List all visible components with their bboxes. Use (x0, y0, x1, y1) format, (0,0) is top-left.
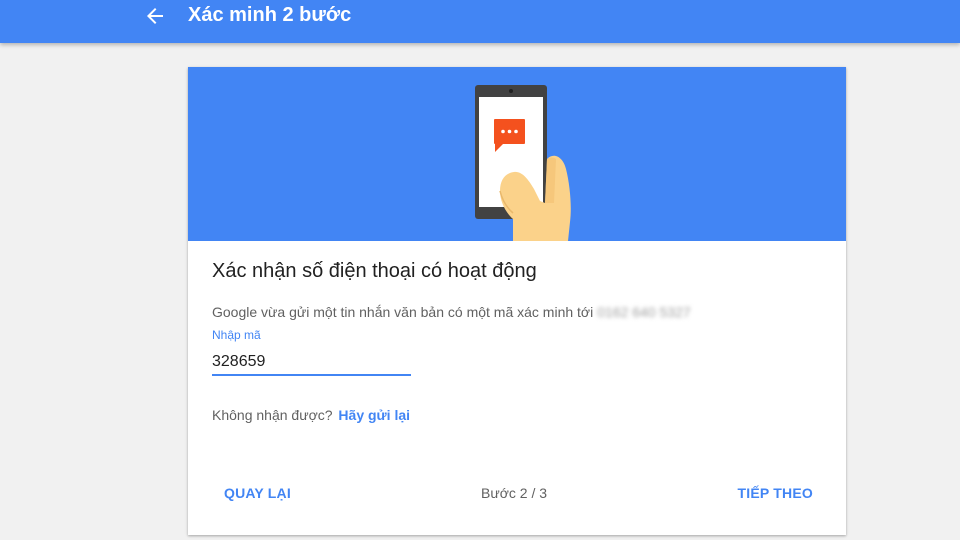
card-title: Xác nhận số điện thoại có hoạt động (212, 260, 537, 282)
back-button[interactable]: QUAY LẠI (224, 481, 291, 505)
code-field-label: Nhập mã (212, 328, 261, 342)
resend-row: Không nhận được? Hãy gửi lại (212, 406, 410, 424)
hero-banner (188, 67, 846, 241)
sms-description: Google vừa gửi một tin nhắn văn bản có m… (212, 303, 691, 321)
phone-in-hand-message-icon (475, 85, 571, 241)
top-app-bar: Xác minh 2 bước (0, 0, 960, 43)
verification-card: Xác nhận số điện thoại có hoạt động Goog… (188, 67, 846, 535)
page-title: Xác minh 2 bước (188, 4, 352, 26)
step-indicator: Bước 2 / 3 (481, 485, 548, 501)
verification-code-input[interactable] (212, 350, 411, 376)
resend-prompt: Không nhận được? (212, 407, 333, 423)
next-button[interactable]: TIẾP THEO (738, 481, 813, 505)
resend-link[interactable]: Hãy gửi lại (338, 407, 410, 423)
back-arrow-icon[interactable] (143, 4, 167, 28)
description-text: Google vừa gửi một tin nhắn văn bản có m… (212, 304, 594, 320)
phone-number: 0162 640 5327 (597, 304, 691, 320)
